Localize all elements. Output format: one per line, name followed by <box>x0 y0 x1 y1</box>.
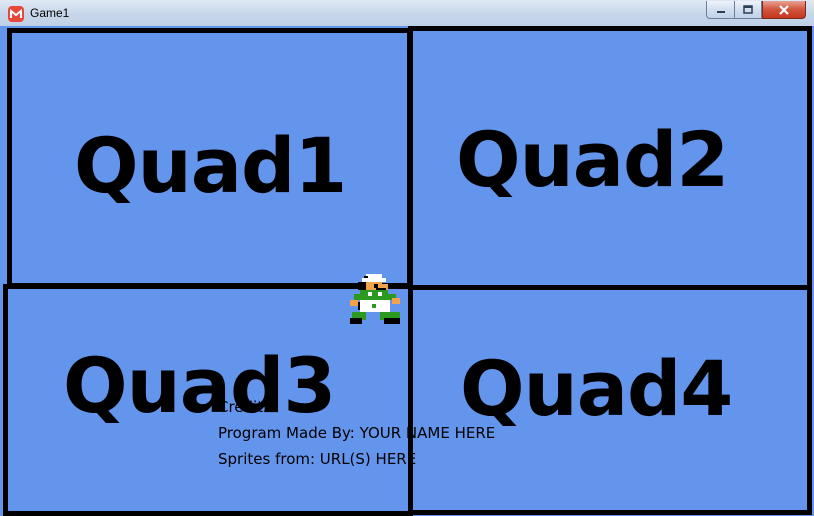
luigi-sprite-icon <box>350 274 400 324</box>
credits-made-by: Program Made By: YOUR NAME HERE <box>218 424 496 442</box>
quad-2: Quad2 <box>408 26 812 291</box>
monogame-app-icon <box>8 6 24 22</box>
credits-text: Credits Program Made By: YOUR NAME HERE … <box>218 394 495 472</box>
game-viewport[interactable]: Quad1 Quad2 Quad3 Quad4 Credits Program … <box>0 26 814 516</box>
window-title: Game1 <box>30 6 70 20</box>
close-button[interactable] <box>762 1 806 19</box>
quad-1-label: Quad1 <box>74 121 347 210</box>
credits-sprites-from: Sprites from: URL(S) HERE <box>218 450 417 468</box>
title-bar[interactable]: Game1 <box>0 0 814 26</box>
maximize-icon <box>743 5 753 14</box>
maximize-button[interactable] <box>734 1 762 19</box>
minimize-button[interactable] <box>706 1 734 19</box>
minimize-icon <box>716 10 725 13</box>
game-window: Game1 Quad1 Quad2 Quad3 Quad4 Credits Pr… <box>0 0 814 516</box>
quad-1: Quad1 <box>7 28 412 288</box>
quad-4-label: Quad4 <box>460 344 733 433</box>
caption-buttons <box>706 1 806 19</box>
close-icon <box>779 4 789 15</box>
quad-2-label: Quad2 <box>456 115 729 204</box>
credits-heading: Credits <box>218 398 271 416</box>
